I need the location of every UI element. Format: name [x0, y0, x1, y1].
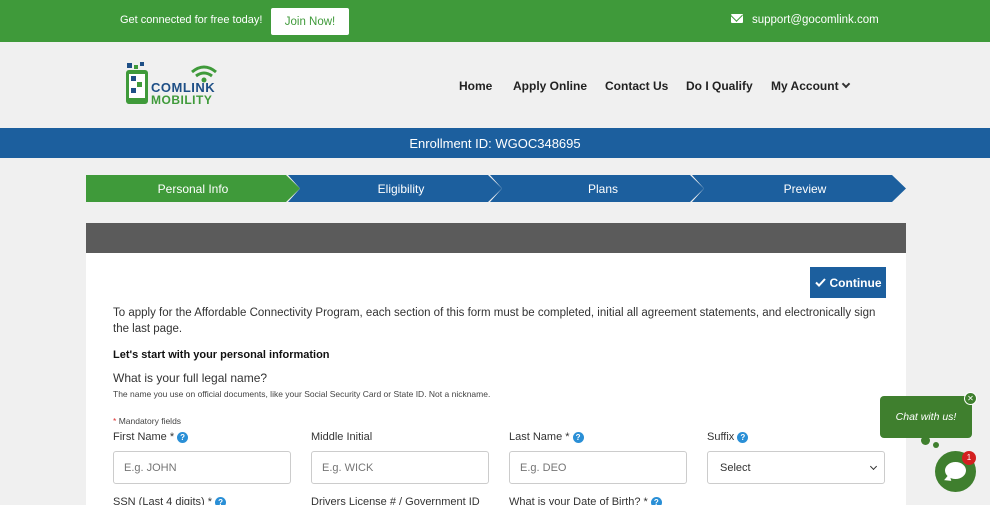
middle-initial-label-text: Middle Initial [311, 431, 373, 443]
check-icon [814, 278, 826, 287]
step-eligibility[interactable]: Eligibility [288, 175, 502, 202]
step-preview[interactable]: Preview [692, 175, 906, 202]
asterisk-icon: * [113, 416, 117, 426]
step-plans[interactable]: Plans [490, 175, 704, 202]
join-now-button[interactable]: Join Now! [271, 8, 349, 35]
enrollment-id-bar: Enrollment ID: WGOC348695 [0, 128, 990, 158]
nav-contact-us[interactable]: Contact Us [605, 79, 668, 93]
middle-initial-input[interactable] [311, 451, 489, 484]
help-icon[interactable]: ? [572, 431, 584, 443]
brand-wordmark: COMLINK MOBILITY [151, 81, 215, 107]
nav-do-i-qualify[interactable]: Do I Qualify [686, 79, 753, 93]
top-bar: Get connected for free today! Join Now! … [0, 0, 990, 42]
mandatory-label: Mandatory fields [118, 416, 182, 426]
suffix-label-text: Suffix [707, 431, 735, 443]
last-name-label: Last Name * ? [509, 431, 584, 443]
suffix-select[interactable]: Select [707, 451, 885, 484]
notification-badge: 1 [962, 451, 976, 465]
first-name-label: First Name * ? [113, 431, 189, 443]
suffix-label: Suffix ? [707, 431, 749, 443]
nav-my-account[interactable]: My Account [771, 79, 839, 93]
chevron-down-icon [869, 462, 878, 471]
mandatory-note: * Mandatory fields [113, 416, 181, 426]
form-card: Continue To apply for the Affordable Con… [86, 223, 906, 505]
chevron-down-icon[interactable] [841, 79, 851, 89]
intro-text: To apply for the Affordable Connectivity… [113, 307, 876, 335]
dob-label-text: What is your Date of Birth? * [509, 496, 648, 505]
middle-initial-label: Middle Initial [311, 431, 372, 443]
dob-label: What is your Date of Birth? * ? [509, 496, 662, 505]
help-icon[interactable]: ? [737, 431, 749, 443]
license-label-text: Drivers License # / Government ID [311, 496, 480, 505]
name-question: What is your full legal name? [113, 371, 268, 385]
chat-prompt[interactable]: Chat with us! [880, 396, 972, 438]
envelope-icon [731, 14, 743, 23]
bubble-dot [921, 436, 930, 445]
continue-button[interactable]: Continue [810, 267, 886, 298]
help-icon[interactable]: ? [215, 496, 227, 505]
last-name-input[interactable] [509, 451, 687, 484]
continue-label: Continue [829, 275, 882, 290]
brand-line-2: MOBILITY [151, 93, 213, 107]
ssn-label-text: SSN (Last 4 digits) * [113, 496, 213, 505]
bubble-dot [933, 442, 939, 448]
support-email-link[interactable]: support@gocomlink.com [752, 14, 879, 26]
site-header: COMLINK MOBILITY Home Apply Online Conta… [0, 42, 990, 128]
promo-text: Get connected for free today! [120, 14, 263, 26]
suffix-select-value: Select [720, 461, 751, 474]
progress-steps: Personal Info Eligibility Plans Preview [86, 175, 906, 202]
last-name-label-text: Last Name * [509, 431, 570, 443]
help-icon[interactable]: ? [177, 431, 189, 443]
first-name-input[interactable] [113, 451, 291, 484]
nav-apply-online[interactable]: Apply Online [513, 79, 587, 93]
step-personal-info[interactable]: Personal Info [86, 175, 300, 202]
first-name-label-text: First Name * [113, 431, 175, 443]
help-icon[interactable]: ? [650, 496, 662, 505]
nav-home[interactable]: Home [459, 79, 492, 93]
card-header [86, 223, 906, 253]
name-note: The name you use on official documents, … [113, 389, 491, 399]
ssn-label: SSN (Last 4 digits) * ? [113, 496, 227, 505]
close-icon[interactable]: ✕ [964, 392, 977, 405]
license-label: Drivers License # / Government ID [311, 496, 480, 505]
section-title: Let's start with your personal informati… [113, 349, 330, 361]
